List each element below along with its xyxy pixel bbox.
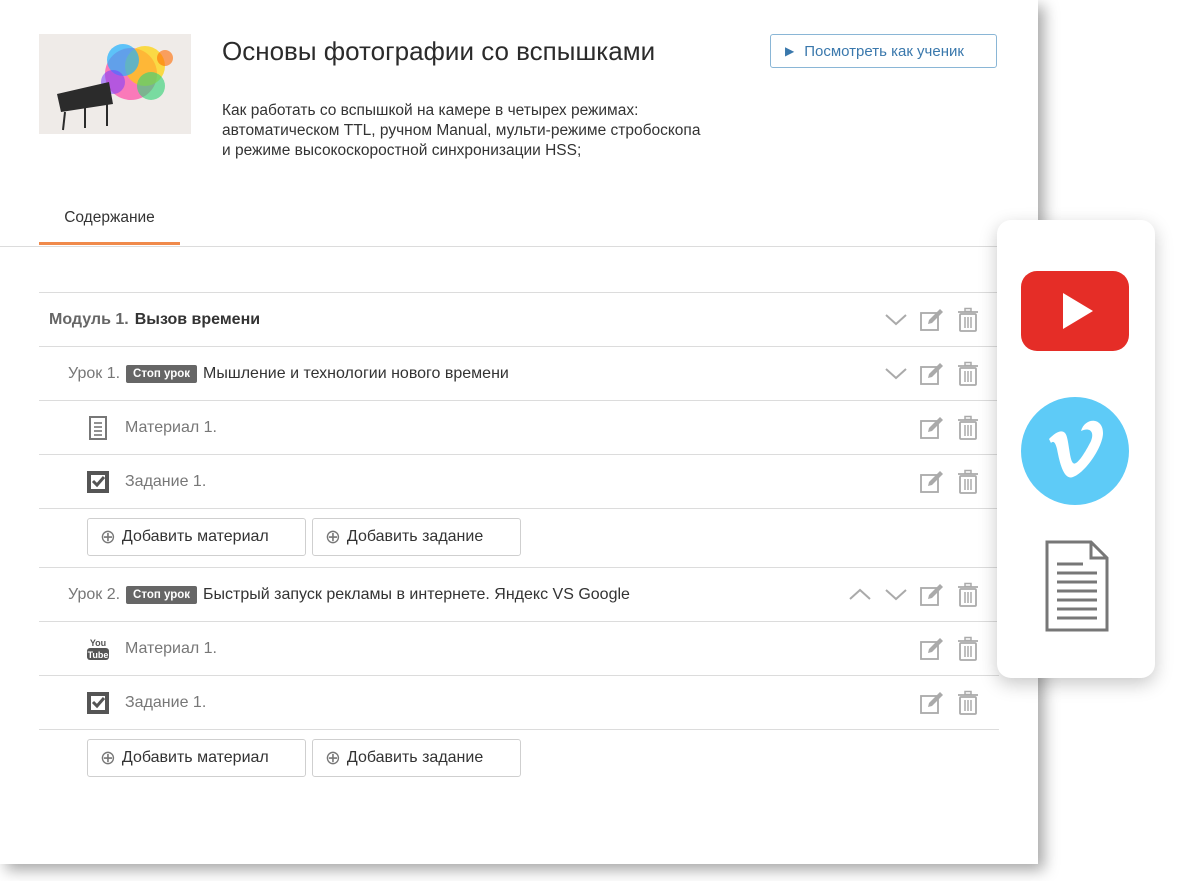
add-material-button[interactable]: ⊕ Добавить материал (87, 739, 306, 777)
trash-icon[interactable] (955, 415, 981, 441)
task-checkbox-icon (85, 469, 111, 495)
lesson-row: Урок 2. Стоп урок Быстрый запуск рекламы… (39, 567, 999, 621)
lesson-prefix: Урок 1. (68, 364, 121, 382)
chevron-up-icon[interactable] (847, 582, 873, 608)
edit-icon[interactable] (919, 361, 945, 387)
course-description-line: и режиме высокоскоростной синхронизации … (222, 142, 582, 159)
stop-lesson-badge: Стоп урок (126, 585, 198, 604)
trash-icon[interactable] (955, 690, 981, 716)
add-task-label: Добавить задание (346, 528, 484, 545)
add-buttons-group: ⊕ Добавить материал ⊕ Добавить задание (87, 739, 521, 777)
lesson-name: Мышление и технологии нового времени (203, 364, 509, 382)
list-item: Материал 1. (39, 400, 999, 454)
task-checkbox-icon (85, 690, 111, 716)
tab-label: Содержание (64, 209, 155, 226)
preview-button-label: Посмотреть как ученик (804, 42, 964, 60)
trash-icon[interactable] (955, 582, 981, 608)
add-task-label: Добавить задание (346, 749, 484, 766)
edit-icon[interactable] (919, 690, 945, 716)
lesson-row: Урок 1. Стоп урок Мышление и технологии … (39, 346, 999, 400)
add-row-divider (39, 729, 999, 730)
add-buttons-group: ⊕ Добавить материал ⊕ Добавить задание (87, 518, 521, 556)
edit-icon[interactable] (919, 582, 945, 608)
item-label[interactable]: Материал 1. (125, 419, 217, 437)
plus-circle-icon: ⊕ (325, 747, 341, 769)
course-description: Как работать со вспышкой на камере в чет… (222, 101, 782, 161)
list-item: Задание 1. (39, 675, 999, 729)
course-thumbnail (39, 34, 191, 134)
vimeo-icon[interactable] (1021, 397, 1129, 510)
stop-lesson-badge: Стоп урок (126, 364, 198, 383)
trash-icon[interactable] (955, 636, 981, 662)
media-type-panel (997, 220, 1155, 678)
play-icon: ▶ (785, 44, 795, 58)
add-task-button[interactable]: ⊕ Добавить задание (312, 518, 521, 556)
tab-content[interactable]: Содержание (39, 197, 180, 245)
list-item: Задание 1. (39, 454, 999, 508)
document-icon (85, 415, 111, 441)
youtube-icon[interactable] (1021, 271, 1129, 356)
plus-circle-icon: ⊕ (100, 526, 116, 548)
add-material-button[interactable]: ⊕ Добавить материал (87, 518, 306, 556)
course-description-line: автоматическом TTL, ручном Manual, мульт… (222, 122, 701, 139)
chevron-down-icon[interactable] (883, 582, 909, 608)
course-description-line: Как работать со вспышкой на камере в чет… (222, 102, 639, 119)
item-label[interactable]: Задание 1. (125, 694, 206, 712)
item-label[interactable]: Материал 1. (125, 640, 217, 658)
chevron-down-icon[interactable] (883, 361, 909, 387)
trash-icon[interactable] (955, 361, 981, 387)
lesson-prefix: Урок 2. (68, 585, 121, 603)
item-label[interactable]: Задание 1. (125, 473, 206, 491)
edit-icon[interactable] (919, 469, 945, 495)
edit-icon[interactable] (919, 307, 945, 333)
expand-chevron-down-icon[interactable] (883, 307, 909, 333)
add-material-label: Добавить материал (121, 528, 269, 545)
plus-circle-icon: ⊕ (325, 526, 341, 548)
lesson-name: Быстрый запуск рекламы в интернете. Янде… (203, 585, 630, 603)
plus-circle-icon: ⊕ (100, 747, 116, 769)
trash-icon[interactable] (955, 307, 981, 333)
tab-divider (0, 246, 1038, 247)
module-name: Вызов времени (134, 310, 261, 328)
add-task-button[interactable]: ⊕ Добавить задание (312, 739, 521, 777)
document-icon[interactable] (1045, 540, 1109, 637)
edit-icon[interactable] (919, 415, 945, 441)
trash-icon[interactable] (955, 469, 981, 495)
add-material-label: Добавить материал (121, 749, 269, 766)
module-row: Модуль 1. Вызов времени (39, 292, 999, 346)
course-title: Основы фотографии со вспышками (222, 36, 656, 66)
course-card: Основы фотографии со вспышками Как работ… (0, 0, 1038, 864)
module-prefix: Модуль 1. (49, 310, 129, 328)
preview-as-student-button[interactable]: ▶ Посмотреть как ученик (770, 34, 997, 68)
list-item: Материал 1. (39, 621, 999, 675)
youtube-small-icon (85, 636, 111, 662)
edit-icon[interactable] (919, 636, 945, 662)
